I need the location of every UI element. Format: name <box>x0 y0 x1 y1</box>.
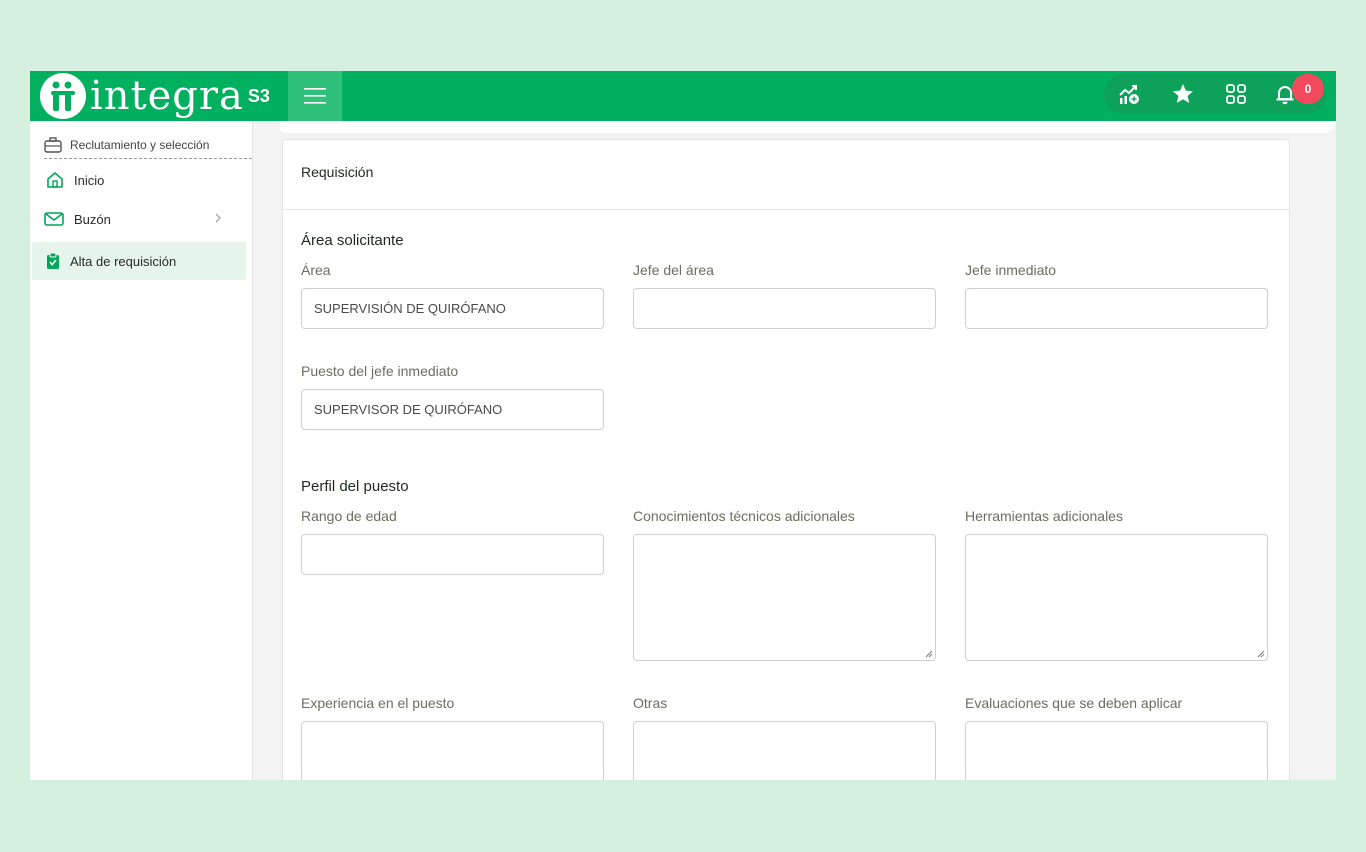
resize-grip-icon[interactable] <box>925 650 933 658</box>
card-header: Requisición <box>283 140 1289 210</box>
module-header: Reclutamiento y selección <box>44 137 252 159</box>
menu-toggle-button[interactable] <box>288 71 342 121</box>
evaluaciones-label: Evaluaciones que se deben aplicar <box>965 695 1183 711</box>
otras-label: Otras <box>633 695 668 711</box>
chevron-right-icon <box>215 213 221 223</box>
experiencia-textarea[interactable] <box>301 721 604 780</box>
notification-badge[interactable]: 0 <box>1292 74 1324 104</box>
apps-grid-icon[interactable] <box>1224 82 1248 106</box>
sidebar: Reclutamiento y selección Inicio Buzón A… <box>30 121 253 780</box>
puesto-jefe-label: Puesto del jefe inmediato <box>301 363 459 379</box>
sidebar-item-inicio[interactable]: Inicio <box>32 161 246 199</box>
star-icon[interactable] <box>1171 82 1195 106</box>
mail-icon <box>44 212 64 226</box>
requisition-card: Requisición Área solicitante Área Jefe d… <box>282 139 1290 780</box>
sidebar-item-label: Alta de requisición <box>70 253 177 269</box>
logo-person-icon <box>40 73 86 119</box>
conocimientos-textarea[interactable] <box>633 534 936 661</box>
logo-mark: S3 <box>247 85 270 106</box>
area-input[interactable] <box>301 288 604 329</box>
module-title: Reclutamiento y selección <box>70 138 210 152</box>
home-icon <box>47 172 63 188</box>
page-title: Requisición <box>301 164 374 180</box>
herramientas-label: Herramientas adicionales <box>965 508 1123 524</box>
clipboard-check-icon <box>47 252 59 269</box>
jefe-area-label: Jefe del área <box>633 262 714 278</box>
area-label: Área <box>301 262 331 278</box>
dashboard-growth-icon[interactable] <box>1117 82 1141 106</box>
sidebar-item-label: Buzón <box>74 211 111 227</box>
rango-edad-label: Rango de edad <box>301 508 397 524</box>
hamburger-icon <box>304 88 326 104</box>
app-window: integra S3 0 Reclutamiento y selección I… <box>30 71 1336 780</box>
section-title-perfil: Perfil del puesto <box>301 478 409 495</box>
rango-edad-input[interactable] <box>301 534 604 575</box>
jefe-inmediato-input[interactable] <box>965 288 1268 329</box>
briefcase-icon <box>44 137 62 153</box>
conocimientos-label: Conocimientos técnicos adicionales <box>633 508 855 524</box>
logo-text: integra <box>90 73 244 119</box>
experiencia-label: Experiencia en el puesto <box>301 695 455 711</box>
sidebar-item-alta-requisicion[interactable]: Alta de requisición <box>32 242 246 280</box>
jefe-area-input[interactable] <box>633 288 936 329</box>
jefe-inmediato-label: Jefe inmediato <box>965 262 1057 278</box>
header-shadow <box>280 121 1336 133</box>
sidebar-item-label: Inicio <box>74 172 105 188</box>
section-title-area: Área solicitante <box>301 232 404 249</box>
logo[interactable]: integra S3 <box>40 72 280 120</box>
evaluaciones-textarea[interactable] <box>965 721 1268 780</box>
herramientas-textarea[interactable] <box>965 534 1268 661</box>
top-bar: integra S3 0 <box>30 71 1336 121</box>
puesto-jefe-input[interactable] <box>301 389 604 430</box>
resize-grip-icon[interactable] <box>1257 650 1265 658</box>
otras-textarea[interactable] <box>633 721 936 780</box>
sidebar-item-buzon[interactable]: Buzón <box>32 200 246 238</box>
